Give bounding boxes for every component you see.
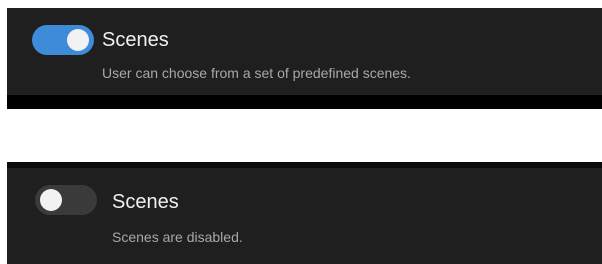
scenes-setting-enabled-panel: Scenes User can choose from a set of pre… <box>7 8 602 109</box>
setting-title: Scenes <box>102 29 169 51</box>
setting-description: User can choose from a set of predefined… <box>102 65 411 81</box>
scenes-toggle-switch-off[interactable] <box>35 185 97 215</box>
page: Scenes User can choose from a set of pre… <box>0 0 602 264</box>
scenes-setting-disabled-panel: Scenes Scenes are disabled. <box>7 162 602 264</box>
scenes-setting-row[interactable]: Scenes Scenes are disabled. <box>7 168 602 256</box>
scenes-toggle-switch-on[interactable] <box>32 25 94 55</box>
setting-title: Scenes <box>112 191 179 213</box>
setting-description: Scenes are disabled. <box>112 229 243 245</box>
scenes-setting-row[interactable]: Scenes User can choose from a set of pre… <box>7 8 602 96</box>
toggle-knob <box>40 189 62 211</box>
toggle-knob <box>67 29 89 51</box>
panel-divider <box>7 95 602 109</box>
